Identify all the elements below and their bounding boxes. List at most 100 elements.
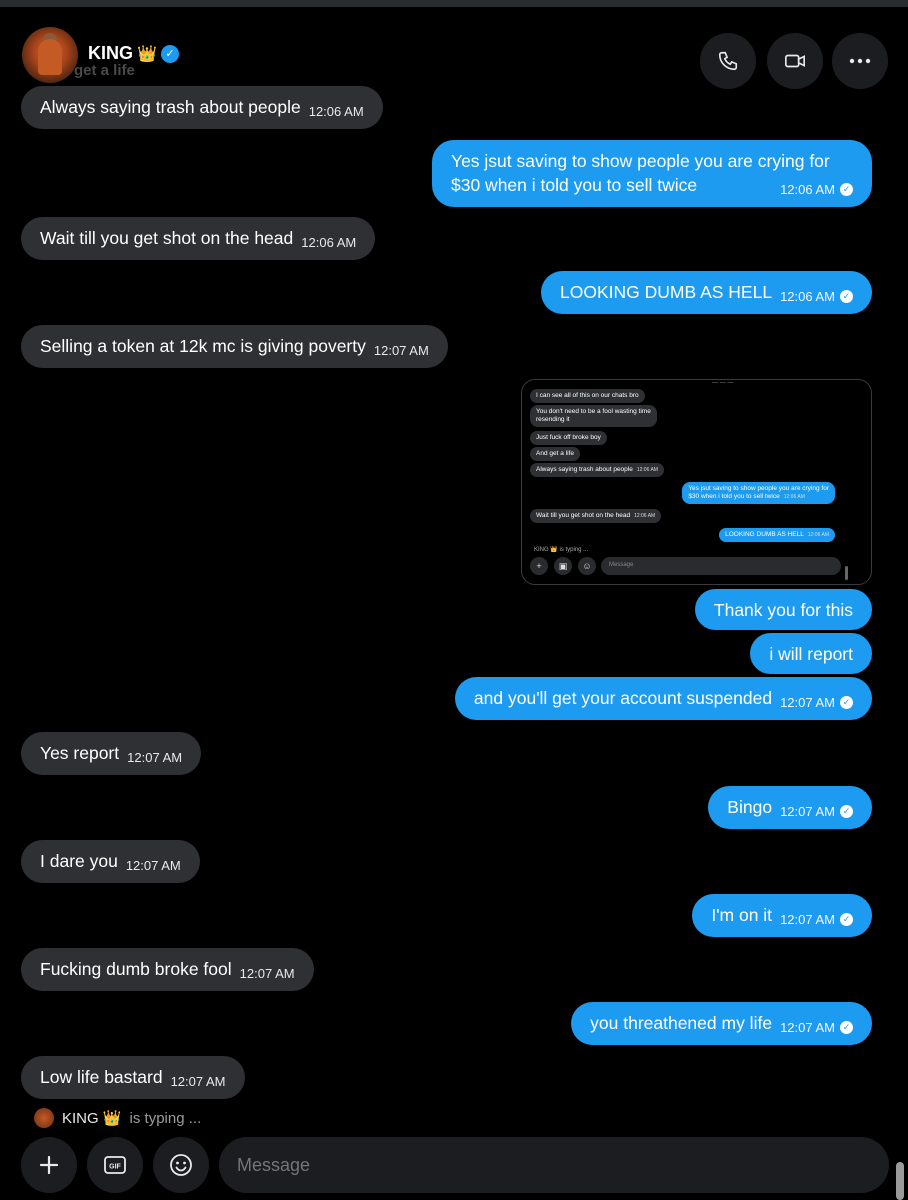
- call-button[interactable]: [700, 33, 756, 89]
- message-outgoing[interactable]: LOOKING DUMB AS HELL 12:06 AM ✓: [541, 271, 872, 314]
- gif-button[interactable]: GIF: [87, 1137, 143, 1193]
- message-time: 12:06 AM: [780, 289, 835, 304]
- screenshot-message-field: Message: [601, 557, 841, 575]
- message-outgoing[interactable]: and you'll get your account suspended 12:…: [454, 677, 872, 720]
- message-outgoing[interactable]: Yes jsut saving to show people you are c…: [432, 140, 872, 207]
- screenshot-message-line2: resending it: [536, 416, 570, 423]
- crown-icon: 👑: [102, 1110, 122, 1127]
- scrollbar-thumb[interactable]: [896, 1162, 904, 1200]
- contact-name[interactable]: KING 👑 ✓: [88, 43, 179, 64]
- message-time: 12:06 AM: [301, 235, 357, 250]
- message-text-line1: Yes jsut saving to show people you are c…: [451, 151, 830, 171]
- message-text: Wait till you get shot on the head: [40, 228, 294, 248]
- message-time: 12:07 AM: [780, 695, 835, 710]
- message-incoming[interactable]: I dare you 12:07 AM: [21, 840, 200, 883]
- message-time: 12:07 AM: [127, 750, 183, 765]
- message-outgoing[interactable]: i will report: [750, 633, 872, 674]
- screenshot-message: LOOKING DUMB AS HELL 12:06 AM: [719, 528, 835, 542]
- message-incoming[interactable]: Always saying trash about people 12:06 AM: [21, 86, 383, 129]
- message-time: 12:07 AM: [239, 966, 295, 981]
- screenshot-message: Yes jsut saving to show people you are c…: [682, 482, 835, 504]
- more-icon: [849, 58, 871, 64]
- message-text: I'm on it: [711, 905, 773, 925]
- message-text: Fucking dumb broke fool: [40, 959, 232, 979]
- conversation-header: get a life KING 👑 ✓: [0, 7, 908, 89]
- verified-badge-icon: ✓: [160, 44, 179, 63]
- message-outgoing[interactable]: you threathened my life 12:07 AM ✓: [571, 1002, 872, 1045]
- message-text: Thank you for this: [713, 600, 853, 620]
- screenshot-message-time: 12:06 AM: [634, 513, 656, 519]
- video-icon: [785, 54, 805, 68]
- message-text-line2: $30 when i told you to sell twice: [451, 175, 698, 195]
- screenshot-message: Wait till you get shot on the head 12:06 …: [530, 509, 662, 523]
- read-check-icon: ✓: [840, 1020, 853, 1034]
- screenshot-plus-icon: +: [530, 557, 548, 575]
- plus-icon: [39, 1155, 59, 1175]
- screenshot-message: And get a life: [530, 447, 580, 461]
- message-text: Bingo: [727, 797, 773, 817]
- avatar-figure: [38, 39, 62, 75]
- message-time: 12:07 AM: [780, 1020, 835, 1035]
- message-text: you threathened my life: [590, 1013, 773, 1033]
- read-check-icon: ✓: [840, 695, 853, 709]
- phone-icon: [718, 51, 738, 71]
- message-time: 12:06 AM: [308, 104, 364, 119]
- screenshot-message-time: 12:06 AM: [807, 532, 829, 538]
- contact-name-text: KING: [88, 43, 133, 63]
- screenshot-gif-icon: ▣: [554, 557, 572, 575]
- emoji-button[interactable]: [153, 1137, 209, 1193]
- screenshot-typing-indicator: KING 👑 is typing ...: [534, 547, 589, 553]
- typing-name: KING 👑: [62, 1110, 122, 1127]
- message-text: Yes report: [40, 743, 120, 763]
- screenshot-message-line1: Yes jsut saving to show people you are c…: [688, 485, 829, 492]
- screenshot-message-time: 12:06 AM: [783, 494, 805, 500]
- message-time: 12:07 AM: [373, 343, 429, 358]
- add-media-button[interactable]: [21, 1137, 77, 1193]
- message-incoming[interactable]: Selling a token at 12k mc is giving pove…: [21, 325, 448, 368]
- typing-indicator: KING 👑 is typing ...: [34, 1108, 201, 1128]
- crown-icon: 👑: [137, 45, 157, 63]
- message-time: 12:07 AM: [170, 1074, 226, 1089]
- window-top-edge: [0, 0, 908, 7]
- avatar[interactable]: [22, 27, 78, 83]
- screenshot-emoji-icon: ☺: [578, 557, 596, 575]
- read-check-icon: ✓: [840, 804, 853, 818]
- read-check-icon: ✓: [840, 182, 853, 196]
- message-outgoing[interactable]: Bingo 12:07 AM ✓: [708, 786, 872, 829]
- message-incoming[interactable]: Fucking dumb broke fool 12:07 AM: [21, 948, 314, 991]
- attached-screenshot-image[interactable]: — — — I can see all of this on our chats…: [521, 379, 872, 585]
- read-check-icon: ✓: [840, 289, 853, 303]
- screenshot-top-fragment: — — —: [712, 380, 734, 386]
- video-call-button[interactable]: [767, 33, 823, 89]
- message-text: Selling a token at 12k mc is giving pove…: [40, 336, 366, 356]
- typing-status: is typing ...: [129, 1109, 202, 1127]
- gif-label: GIF: [109, 1164, 121, 1171]
- faded-message-text: get a life: [74, 62, 135, 79]
- message-text: I dare you: [40, 851, 118, 871]
- screenshot-message: You don't need to be a fool wasting time…: [530, 405, 657, 427]
- message-incoming[interactable]: Low life bastard 12:07 AM: [21, 1056, 245, 1099]
- message-outgoing[interactable]: Thank you for this: [694, 589, 872, 630]
- read-check-icon: ✓: [840, 912, 853, 926]
- message-incoming[interactable]: Wait till you get shot on the head 12:06 …: [21, 217, 376, 260]
- screenshot-scrollbar: [845, 566, 848, 580]
- message-time: 12:07 AM: [780, 804, 835, 819]
- message-outgoing[interactable]: I'm on it 12:07 AM ✓: [692, 894, 872, 937]
- screenshot-message-time: 12:06 AM: [636, 467, 658, 473]
- gif-icon: GIF: [104, 1156, 126, 1174]
- message-text: Always saying trash about people: [40, 97, 301, 117]
- message-time: 12:06 AM: [780, 182, 835, 197]
- more-options-button[interactable]: [832, 33, 888, 89]
- screenshot-message-line1: You don't need to be a fool wasting time: [536, 408, 651, 415]
- screenshot-message: I can see all of this on our chats bro: [530, 389, 645, 403]
- typing-avatar: [34, 1108, 54, 1128]
- screenshot-message-text: LOOKING DUMB AS HELL: [725, 531, 804, 538]
- screenshot-message: Always saying trash about people 12:06 AM: [530, 463, 664, 477]
- message-text: Low life bastard: [40, 1067, 163, 1087]
- message-input[interactable]: [219, 1137, 889, 1193]
- emoji-icon: [170, 1154, 192, 1176]
- screenshot-message-line2: $30 when i told you to sell twice 12:06 A…: [688, 493, 805, 500]
- message-incoming[interactable]: Yes report 12:07 AM: [21, 732, 202, 775]
- message-time: 12:07 AM: [780, 912, 835, 927]
- message-text: i will report: [769, 644, 853, 664]
